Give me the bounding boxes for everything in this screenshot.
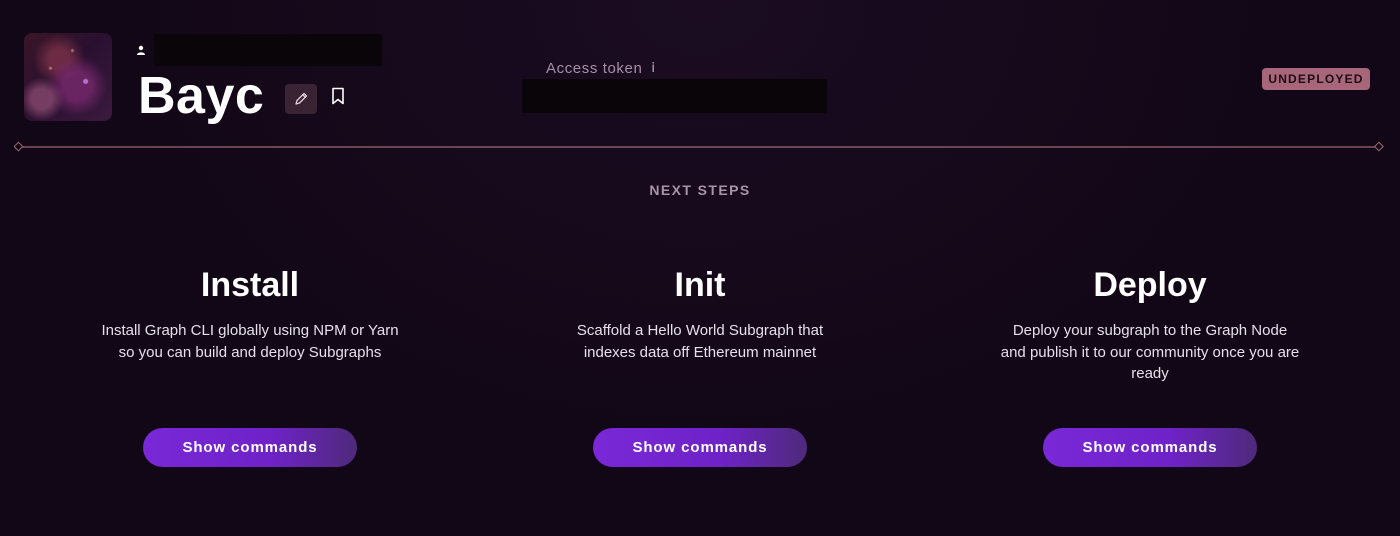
info-icon[interactable]: i [651, 61, 655, 76]
access-token-value-redacted [522, 79, 827, 113]
step-install: Install Install Graph CLI globally using… [100, 262, 400, 363]
subgraph-avatar-image [24, 33, 112, 121]
step-title: Init [674, 266, 726, 304]
bookmark-button[interactable] [330, 85, 346, 107]
access-token-label-text: Access token [546, 60, 643, 77]
step-title: Install [200, 266, 300, 304]
status-badge: UNDEPLOYED [1262, 68, 1370, 90]
subgraph-title: Bayc [138, 67, 265, 125]
edit-button[interactable] [285, 84, 317, 114]
step-description: Deploy your subgraph to the Graph Node a… [1000, 322, 1300, 382]
bookmark-icon [332, 87, 344, 105]
step-description: Scaffold a Hello World Subgraph that ind… [576, 322, 824, 361]
subgraph-page: Bayc Access token i UNDEPLOYED NEXT STEP… [0, 0, 1400, 536]
owner-address-redacted [154, 34, 382, 66]
header-divider [14, 141, 1384, 152]
step-title: Deploy [1093, 266, 1207, 304]
owner-row [136, 34, 382, 66]
install-show-commands-button[interactable]: Show commands [143, 428, 357, 467]
person-icon [137, 45, 145, 55]
pencil-icon [295, 92, 308, 105]
step-deploy: Deploy Deploy your subgraph to the Graph… [1000, 262, 1300, 385]
next-steps-heading: NEXT STEPS [649, 182, 751, 198]
deploy-show-commands-button[interactable]: Show commands [1043, 428, 1257, 467]
access-token-label: Access token i [546, 60, 656, 77]
init-show-commands-button[interactable]: Show commands [593, 428, 807, 467]
step-description: Install Graph CLI globally using NPM or … [101, 322, 399, 361]
step-init: Init Scaffold a Hello World Subgraph tha… [550, 262, 850, 363]
